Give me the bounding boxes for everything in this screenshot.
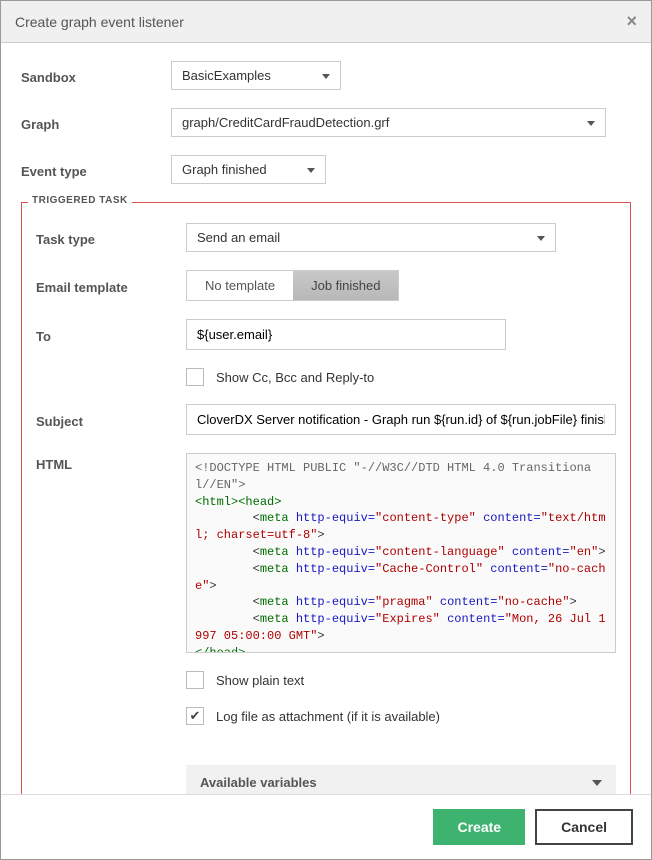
create-button[interactable]: Create — [433, 809, 525, 845]
dialog-footer: Create Cancel — [1, 794, 651, 859]
log-attachment-checkbox[interactable]: ✔ — [186, 707, 204, 725]
chevron-down-icon — [592, 780, 602, 786]
email-template-label: Email template — [36, 276, 186, 295]
to-label: To — [36, 325, 186, 344]
available-variables-expander[interactable]: Available variables — [186, 765, 616, 794]
graph-value: graph/CreditCardFraudDetection.grf — [182, 115, 389, 130]
template-none-button[interactable]: No template — [187, 271, 293, 300]
html-label: HTML — [36, 453, 186, 472]
available-variables-label: Available variables — [200, 775, 317, 790]
html-textarea[interactable]: <!DOCTYPE HTML PUBLIC "-//W3C//DTD HTML … — [186, 453, 616, 653]
event-type-select[interactable]: Graph finished — [171, 155, 326, 184]
email-template-toggle: No template Job finished — [186, 270, 399, 301]
show-plain-text-label: Show plain text — [216, 673, 304, 688]
to-input[interactable] — [186, 319, 506, 350]
template-job-finished-button[interactable]: Job finished — [293, 271, 398, 300]
dialog-header: Create graph event listener × — [1, 1, 651, 43]
sandbox-select[interactable]: BasicExamples — [171, 61, 341, 90]
show-cc-bcc-checkbox[interactable] — [186, 368, 204, 386]
triggered-task-fieldset: TRIGGERED TASK Task type Send an email E… — [21, 202, 631, 794]
show-cc-bcc-label: Show Cc, Bcc and Reply-to — [216, 370, 374, 385]
sandbox-label: Sandbox — [21, 66, 171, 85]
cancel-button[interactable]: Cancel — [535, 809, 633, 845]
subject-label: Subject — [36, 410, 186, 429]
event-type-value: Graph finished — [182, 162, 267, 177]
graph-select[interactable]: graph/CreditCardFraudDetection.grf — [171, 108, 606, 137]
task-type-select[interactable]: Send an email — [186, 223, 556, 252]
graph-label: Graph — [21, 113, 171, 132]
log-attachment-label: Log file as attachment (if it is availab… — [216, 709, 440, 724]
subject-input[interactable] — [186, 404, 616, 435]
close-icon[interactable]: × — [626, 11, 637, 32]
event-type-label: Event type — [21, 160, 171, 179]
task-type-value: Send an email — [197, 230, 280, 245]
task-type-label: Task type — [36, 228, 186, 247]
dialog-title: Create graph event listener — [15, 14, 184, 30]
show-plain-text-checkbox[interactable] — [186, 671, 204, 689]
dialog-body: Sandbox BasicExamples Graph graph/Credit… — [1, 43, 651, 794]
sandbox-value: BasicExamples — [182, 68, 271, 83]
triggered-task-legend: TRIGGERED TASK — [28, 195, 132, 206]
